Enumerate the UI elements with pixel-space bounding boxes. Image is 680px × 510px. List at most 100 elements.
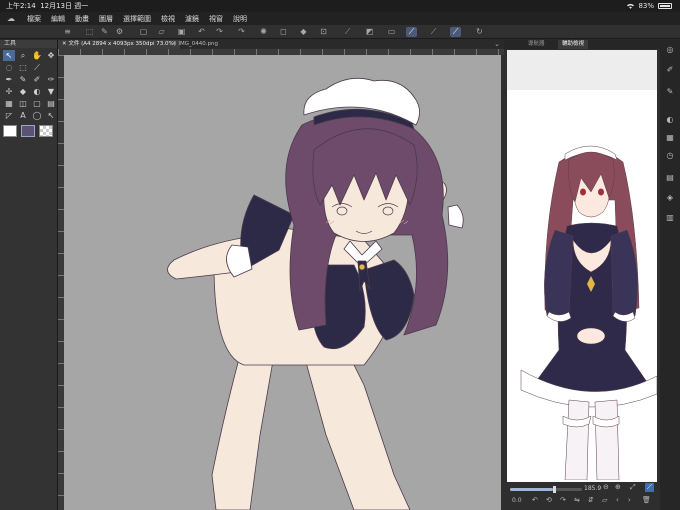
- delete-icon[interactable]: 🗑: [642, 496, 651, 504]
- rectangle-icon[interactable]: ▭: [386, 27, 397, 37]
- balloon-tool-icon[interactable]: ▤: [45, 98, 57, 109]
- rotate-view-icon[interactable]: ↻: [474, 27, 485, 37]
- bubble-tool-icon[interactable]: ◯: [31, 110, 43, 121]
- menu-file[interactable]: 檔案: [22, 14, 46, 24]
- text-tool-icon[interactable]: A: [17, 110, 29, 121]
- clear-icon[interactable]: ◻: [278, 27, 289, 37]
- airbrush-tool-icon[interactable]: ✑: [45, 74, 57, 85]
- reset-icon[interactable]: ⟲: [546, 496, 552, 504]
- save-icon[interactable]: ▣: [176, 27, 187, 37]
- layer-property-icon[interactable]: ▤: [664, 172, 676, 183]
- brush-tool-icon[interactable]: ✐: [31, 74, 43, 85]
- color-swatches: [0, 125, 57, 139]
- frame-tool-icon[interactable]: ▢: [31, 98, 43, 109]
- redo-disabled-icon[interactable]: ↷: [236, 27, 247, 37]
- reference-maid-illustration: [520, 51, 657, 481]
- pencil-tool-icon[interactable]: ✎: [17, 74, 29, 85]
- status-right: 83%: [627, 0, 672, 12]
- color-wheel-icon[interactable]: ◐: [664, 114, 676, 125]
- menu-filter[interactable]: 濾鏡: [180, 14, 204, 24]
- eyedropper-tool-icon[interactable]: ⟋: [31, 62, 43, 73]
- hamburger-icon[interactable]: ≡: [62, 27, 73, 37]
- sub-view-tabs: 導航器 輔助檢視: [504, 40, 660, 49]
- tab-image[interactable]: ✕ IMG_0440.png: [168, 40, 222, 49]
- tab-document[interactable]: ✕ 文件 (A4 2894 x 4093px 350dpi 73.0%): [58, 40, 180, 49]
- tool-grid: ↖ ⌕ ✋ ✥ ◌ ⬚ ⟋ ✒ ✎ ✐ ✑ ✢ ◆ ◐ ▼ ▦ ◫ ▢ ▤ ◸ …: [0, 48, 57, 123]
- layer-stack-icon[interactable]: ▥: [664, 212, 676, 223]
- zoom-tool-icon[interactable]: ⌕: [17, 50, 29, 61]
- snap-special-ruler-icon[interactable]: ⟋: [428, 27, 439, 37]
- tool-panel-title: 工具: [0, 40, 57, 48]
- main-color-swatch[interactable]: [3, 125, 17, 137]
- lasso-tool-icon[interactable]: ◌: [3, 62, 15, 73]
- angle-value: 0.0: [512, 497, 522, 504]
- navigator-icon[interactable]: ◎: [664, 44, 676, 55]
- flip-icon[interactable]: ⇋: [574, 496, 580, 504]
- rotate-left-icon[interactable]: ↶: [532, 496, 538, 504]
- eraser-tool-icon[interactable]: ◆: [17, 86, 29, 97]
- tab-navigator[interactable]: 導航器: [524, 40, 549, 49]
- zoom-value: 185.9: [584, 485, 602, 492]
- new-file-icon[interactable]: ▢: [138, 27, 149, 37]
- correct-line-tool-icon[interactable]: ↖: [45, 110, 57, 121]
- transparent-color-swatch[interactable]: [39, 125, 53, 137]
- rotate-right-icon[interactable]: ↷: [560, 496, 566, 504]
- deselect-icon[interactable]: ⟋: [342, 27, 353, 37]
- flip-vertical-icon[interactable]: ⇵: [588, 496, 594, 504]
- menu-selection[interactable]: 選擇範圍: [118, 14, 156, 24]
- pen-tool-icon[interactable]: ✒: [3, 74, 15, 85]
- clip-studio-window: 上午2:14 12月13日 週一 83% ☁ 檔案 編輯 動畫 圖層 選擇範圍 …: [0, 0, 680, 510]
- fill-bucket-tool-icon[interactable]: ▼: [45, 86, 57, 97]
- snap-grid-icon[interactable]: ⟋: [450, 27, 461, 37]
- color-set-icon[interactable]: ▦: [664, 132, 676, 143]
- fill-icon[interactable]: ◆: [298, 27, 309, 37]
- settings-icon[interactable]: ⚙: [114, 27, 125, 37]
- selection-tool-icon[interactable]: ⬚: [17, 62, 29, 73]
- app-logo-icon[interactable]: ☁: [0, 14, 22, 23]
- brush-panel-icon[interactable]: ✐: [664, 64, 676, 75]
- next-icon[interactable]: ›: [628, 496, 631, 504]
- drawing-canvas[interactable]: [64, 55, 502, 510]
- reference-image[interactable]: [507, 50, 657, 510]
- invert-selection-icon[interactable]: ◩: [364, 27, 375, 37]
- history-icon[interactable]: ◷: [664, 150, 676, 161]
- sub-color-swatch[interactable]: [21, 125, 35, 137]
- eyedropper-sub-icon[interactable]: ⟋: [645, 483, 654, 492]
- zoom-in-icon[interactable]: ⊕: [615, 483, 621, 491]
- transform-icon[interactable]: ✺: [258, 27, 269, 37]
- tool-property-icon[interactable]: ✎: [664, 86, 676, 97]
- blank-tool-icon[interactable]: [45, 62, 57, 73]
- figure-tool-icon[interactable]: ◫: [17, 98, 29, 109]
- fit-icon[interactable]: ⤢: [630, 483, 636, 492]
- layers-icon[interactable]: ◈: [664, 192, 676, 203]
- crop-icon[interactable]: ⊡: [318, 27, 329, 37]
- menu-window[interactable]: 視窗: [204, 14, 228, 24]
- menu-view[interactable]: 檢視: [156, 14, 180, 24]
- chevron-down-icon[interactable]: ⌄: [494, 40, 500, 49]
- menu-animation[interactable]: 動畫: [70, 14, 94, 24]
- undo-icon[interactable]: ↶: [196, 27, 207, 37]
- prev-icon[interactable]: ‹: [616, 496, 619, 504]
- zoom-slider[interactable]: [510, 486, 582, 493]
- edit-icon[interactable]: ✎: [99, 27, 110, 37]
- zoom-out-icon[interactable]: ⊖: [603, 483, 609, 491]
- move-tool-icon[interactable]: ✥: [45, 50, 57, 61]
- ruler-tool-icon[interactable]: ◸: [3, 110, 15, 121]
- open-folder-icon[interactable]: ▱: [156, 27, 167, 37]
- snap-ruler-icon[interactable]: ⟋: [406, 27, 417, 37]
- cursor-tool-icon[interactable]: ↖: [3, 50, 15, 61]
- redo-icon[interactable]: ↷: [214, 27, 225, 37]
- menu-help[interactable]: 說明: [228, 14, 252, 24]
- gradient-tool-icon[interactable]: ▦: [3, 98, 15, 109]
- menu-edit[interactable]: 編輯: [46, 14, 70, 24]
- open-image-icon[interactable]: ▱: [602, 496, 607, 504]
- decoration-tool-icon[interactable]: ✢: [3, 86, 15, 97]
- sub-view-panel: 導航器 輔助檢視 185.9 ⊖ ⊕ ⤢ ⟋ 0.0 ↶ ⟲ ↷ ⇋ ⇵ ▱ ‹…: [504, 40, 660, 510]
- tab-sub-view[interactable]: 輔助檢視: [558, 40, 589, 49]
- hand-tool-icon[interactable]: ✋: [31, 50, 43, 61]
- command-bar: ≡ ⬚ ✎ ⚙ ▢ ▱ ▣ ↶ ↷ ↷ ✺ ◻ ◆ ⊡ ⟋ ◩ ▭ ⟋ ⟋ ⟋ …: [0, 25, 680, 39]
- blend-tool-icon[interactable]: ◐: [31, 86, 43, 97]
- menu-layer[interactable]: 圖層: [94, 14, 118, 24]
- battery-percent: 83%: [638, 2, 654, 10]
- new-icon[interactable]: ⬚: [84, 27, 95, 37]
